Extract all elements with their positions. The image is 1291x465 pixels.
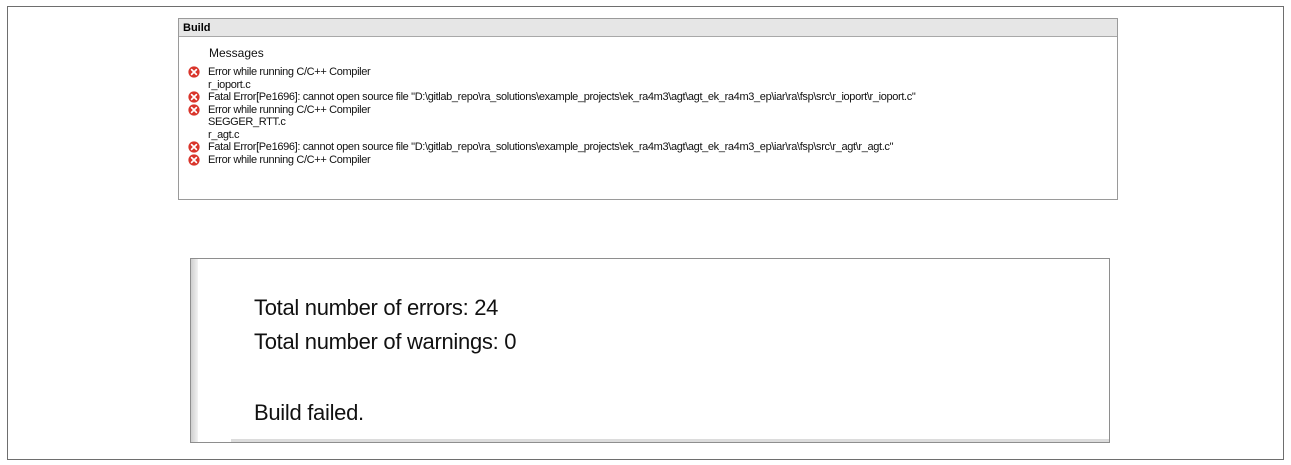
error-icon [188,103,200,116]
build-summary-panel: Total number of errors: 24 Total number … [190,258,1110,443]
message-row[interactable]: Error while running C/C++ Compiler [179,154,1117,167]
error-icon [188,66,200,78]
message-text: Fatal Error[Pe1696]: cannot open source … [208,91,916,103]
message-row[interactable]: r_ioport.c [179,79,1117,92]
message-text: Error while running C/C++ Compiler [208,103,371,116]
message-text: Fatal Error[Pe1696]: cannot open source … [208,141,894,153]
error-icon [188,91,200,103]
message-text: Error while running C/C++ Compiler [208,153,371,166]
build-window: Build Messages Error while running C/C++… [178,18,1118,200]
message-text: SEGGER_RTT.c [208,116,286,128]
message-row[interactable]: Fatal Error[Pe1696]: cannot open source … [179,91,1117,104]
message-text: Error while running C/C++ Compiler [208,66,371,78]
message-text: r_ioport.c [208,78,251,91]
message-text: r_agt.c [208,128,240,141]
error-icon [188,153,200,166]
message-row[interactable]: Error while running C/C++ Compiler [179,104,1117,117]
message-row[interactable]: r_agt.c [179,129,1117,142]
messages-column-header[interactable]: Messages [209,46,264,60]
build-window-title: Build [179,19,1117,37]
build-status-text: Build failed. [254,400,364,425]
messages-list: Error while running C/C++ Compiler r_iopo… [179,66,1117,166]
panel-bottom-edge [231,439,1109,442]
message-row[interactable]: Fatal Error[Pe1696]: cannot open source … [179,141,1117,154]
message-row[interactable]: SEGGER_RTT.c [179,116,1117,129]
error-icon [188,141,200,153]
message-row[interactable]: Error while running C/C++ Compiler [179,66,1117,79]
total-warnings-text: Total number of warnings: 0 [254,329,517,354]
total-errors-text: Total number of errors: 24 [254,295,499,320]
messages-panel[interactable]: Messages Error while running C/C++ Compi… [179,38,1117,199]
panel-left-edge [191,259,198,442]
